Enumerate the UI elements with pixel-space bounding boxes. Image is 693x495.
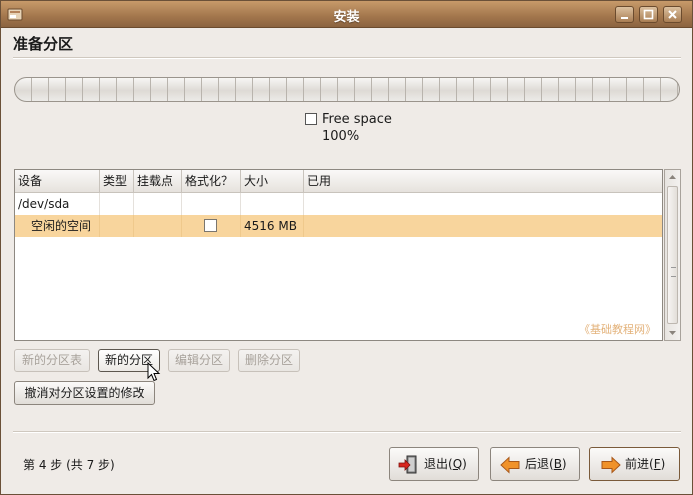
close-button[interactable]	[663, 6, 682, 23]
quit-label: 退出(	[424, 457, 453, 471]
table-header: 设备 类型 挂载点 格式化？ 大小 已用	[15, 170, 662, 193]
row-mount	[134, 193, 182, 215]
scrollbar-grip	[671, 267, 676, 277]
row-type	[100, 193, 134, 215]
scroll-up-icon[interactable]	[668, 173, 677, 182]
maximize-button[interactable]	[639, 6, 658, 23]
forward-button[interactable]: 前进(F)	[589, 447, 680, 481]
minimize-icon	[621, 17, 628, 19]
title-bar[interactable]: 安装	[1, 1, 692, 28]
free-space-legend-label: Free space	[322, 112, 392, 127]
column-header-format[interactable]: 格式化？	[182, 170, 241, 192]
quit-mnemonic: Q	[452, 457, 463, 471]
row-format	[182, 215, 241, 237]
quit-button[interactable]: 退出(Q)	[389, 447, 479, 481]
column-header-used[interactable]: 已用	[304, 170, 662, 192]
back-mnemonic: B	[553, 457, 562, 471]
scrollbar-thumb[interactable]	[667, 186, 678, 324]
row-mount	[134, 215, 182, 237]
row-used	[304, 215, 662, 237]
format-checkbox[interactable]	[204, 219, 217, 232]
back-close-paren: )	[561, 457, 567, 471]
free-space-legend-swatch	[305, 113, 317, 125]
scroll-down-icon[interactable]	[668, 328, 677, 337]
back-label: 后退(	[525, 457, 554, 471]
maximize-icon	[643, 9, 654, 20]
table-row[interactable]: /dev/sda	[15, 193, 662, 215]
row-type	[100, 215, 134, 237]
minimize-button[interactable]	[615, 6, 634, 23]
step-indicator: 第 4 步 (共 7 步)	[23, 458, 115, 472]
row-format	[182, 193, 241, 215]
back-arrow-icon	[500, 456, 520, 474]
partition-table[interactable]: 设备 类型 挂载点 格式化？ 大小 已用 /dev/sda 空闲的空间 4516…	[14, 169, 663, 341]
quit-door-icon	[398, 455, 417, 474]
forward-mnemonic: F	[653, 457, 661, 471]
row-size: 4516 MB	[241, 215, 304, 237]
window-title: 安装	[333, 10, 360, 25]
table-scrollbar[interactable]	[664, 169, 681, 341]
new-partition-table-button[interactable]: 新的分区表	[14, 349, 90, 372]
forward-arrow-icon	[601, 456, 621, 474]
quit-close-paren: )	[462, 457, 467, 471]
row-device: 空闲的空间	[15, 215, 100, 237]
edit-partition-button[interactable]: 编辑分区	[168, 349, 230, 372]
title-divider	[13, 57, 681, 59]
row-device: /dev/sda	[15, 193, 100, 215]
footer-divider	[13, 431, 681, 433]
delete-partition-button[interactable]: 删除分区	[238, 349, 300, 372]
page-title: 准备分区	[13, 35, 74, 53]
partition-bar	[14, 77, 680, 102]
column-header-mount[interactable]: 挂载点	[134, 170, 182, 192]
forward-close-paren: )	[660, 457, 666, 471]
forward-label: 前进(	[625, 457, 654, 471]
column-header-size[interactable]: 大小	[241, 170, 304, 192]
row-size	[241, 193, 304, 215]
mouse-cursor-icon	[147, 362, 161, 382]
free-space-percent: 100%	[322, 129, 360, 144]
row-used	[304, 193, 662, 215]
installer-window: 安装 准备分区 Free space 100% 设备 类型 挂载点 格式化？ 大…	[0, 0, 693, 495]
column-header-device[interactable]: 设备	[15, 170, 100, 192]
table-row-selected[interactable]: 空闲的空间 4516 MB	[15, 215, 662, 237]
column-header-type[interactable]: 类型	[100, 170, 134, 192]
watermark-text: 《基础教程网》	[579, 323, 656, 336]
undo-partition-changes-button[interactable]: 撤消对分区设置的修改	[14, 381, 155, 405]
back-button[interactable]: 后退(B)	[490, 447, 580, 481]
close-icon	[668, 10, 677, 19]
